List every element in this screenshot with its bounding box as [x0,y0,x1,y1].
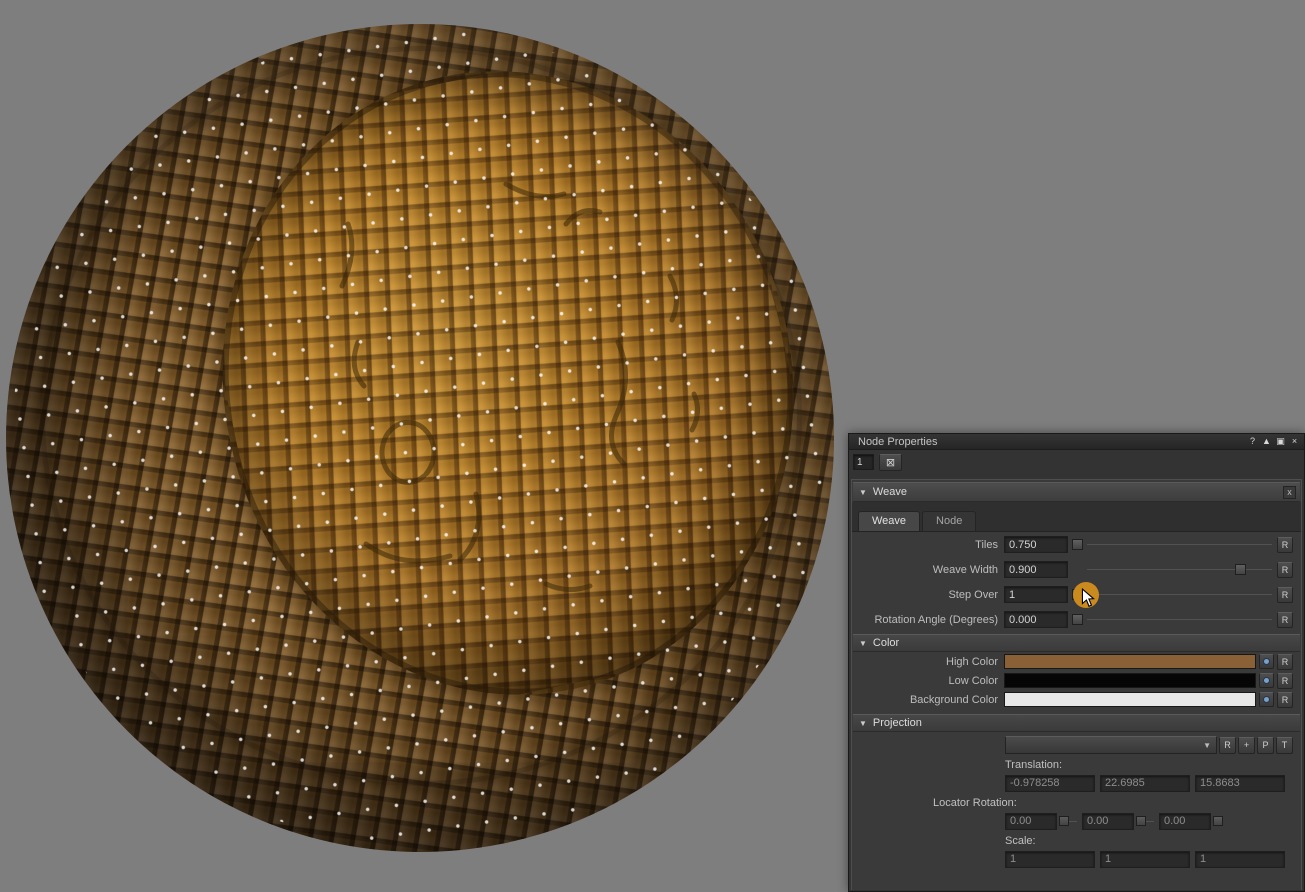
translation-label: Translation: [1005,759,1293,772]
translation-fields [1005,774,1293,792]
tiles-row: Tiles R [852,532,1301,557]
node-properties-window: Node Properties ? ▲ ▣ × ⊠ ▼ Weave x Weav… [848,433,1305,892]
projection-add-button[interactable]: + [1238,737,1255,754]
mini-track [1069,821,1077,822]
background-color-label: Background Color [854,694,1004,706]
step-over-mini-slider[interactable] [1072,586,1273,603]
tiles-label: Tiles [854,539,1004,551]
rotation-fields [1005,812,1293,830]
low-color-picker-button[interactable] [1259,673,1274,688]
projection-reset-button[interactable]: R [1219,737,1236,754]
panel-toolbar: ⊠ [849,450,1304,477]
slider-handle[interactable] [1235,564,1246,575]
weave-width-mini-slider[interactable] [1072,561,1273,578]
slider-track [1087,594,1272,595]
weave-form: ▼ Weave x Weave Node Tiles R Weave Width [851,479,1302,890]
rotation-angle-input[interactable] [1004,611,1068,628]
step-over-input[interactable] [1004,586,1068,603]
high-color-swatch[interactable] [1004,654,1256,669]
tiles-reset-button[interactable]: R [1277,537,1293,553]
step-over-reset-button[interactable]: R [1277,587,1293,603]
projection-dropdown-row: ▼ R + P T [1005,736,1293,754]
scale-z-input[interactable] [1195,851,1285,868]
slider-handle[interactable] [1072,614,1083,625]
weave-section-header[interactable]: ▼ Weave x [853,482,1300,502]
tiles-input[interactable] [1004,536,1068,553]
high-color-label: High Color [854,656,1004,668]
low-color-label: Low Color [854,675,1004,687]
colorpicker-icon [1263,696,1270,703]
rotation-y-mini-handle[interactable] [1136,816,1146,826]
weave-width-input[interactable] [1004,561,1068,578]
scale-label: Scale: [1005,835,1293,848]
delete-form-button[interactable]: ⊠ [879,454,902,471]
projection-section-header[interactable]: ▼ Projection [853,714,1300,732]
locator-rotation-label: Locator Rotation: [933,797,1221,810]
rotation-x-input[interactable] [1005,813,1057,830]
slider-track [1087,619,1272,620]
slider-handle[interactable] [1072,539,1083,550]
color-section-title: Color [873,637,899,649]
projection-t-button[interactable]: T [1276,737,1293,754]
rotation-angle-mini-slider[interactable] [1072,611,1273,628]
rollup-icon[interactable]: ▲ [1261,436,1272,447]
collapse-triangle-icon: ▼ [859,639,867,648]
titlebar-icons: ? ▲ ▣ × [1247,436,1304,447]
high-color-row: High Color R [852,652,1301,671]
index-input[interactable] [853,454,874,470]
projection-dropdown[interactable]: ▼ [1005,736,1217,754]
close-icon[interactable]: × [1289,436,1300,447]
scale-y-input[interactable] [1100,851,1190,868]
translation-x-input[interactable] [1005,775,1095,792]
slider-track [1087,544,1272,545]
tab-weave[interactable]: Weave [858,511,920,531]
weave-width-label: Weave Width [854,564,1004,576]
tab-node[interactable]: Node [922,511,976,531]
rotation-angle-row: Rotation Angle (Degrees) R [852,607,1301,632]
high-color-reset-button[interactable]: R [1277,654,1293,670]
translation-z-input[interactable] [1195,775,1285,792]
weave-width-reset-button[interactable]: R [1277,562,1293,578]
delete-form-icon: ⊠ [886,456,895,469]
rotation-angle-label: Rotation Angle (Degrees) [854,614,1004,626]
low-color-row: Low Color R [852,671,1301,690]
low-color-swatch[interactable] [1004,673,1256,688]
step-over-label: Step Over [854,589,1004,601]
rotation-angle-reset-button[interactable]: R [1277,612,1293,628]
collapse-triangle-icon: ▼ [859,488,867,497]
rotation-y-input[interactable] [1082,813,1134,830]
rotation-z-mini-handle[interactable] [1213,816,1223,826]
weave-close-button[interactable]: x [1283,486,1296,499]
high-color-picker-button[interactable] [1259,654,1274,669]
mouse-cursor [1079,588,1097,608]
scale-x-input[interactable] [1005,851,1095,868]
rotation-z-input[interactable] [1159,813,1211,830]
translation-y-input[interactable] [1100,775,1190,792]
weave-width-row: Weave Width R [852,557,1301,582]
window-titlebar[interactable]: Node Properties ? ▲ ▣ × [849,434,1304,450]
projection-form: ▼ R + P T Translation: Locator Rotation: [852,736,1301,868]
mini-track [1146,821,1154,822]
color-section-header[interactable]: ▼ Color [853,634,1300,652]
rendered-mesh[interactable] [6,24,834,852]
collapse-triangle-icon: ▼ [859,719,867,728]
colorpicker-icon [1263,677,1270,684]
low-color-reset-button[interactable]: R [1277,673,1293,689]
tiles-mini-slider[interactable] [1072,536,1273,553]
weave-section-title: Weave [873,486,907,498]
rotation-x-mini-handle[interactable] [1059,816,1069,826]
tab-strip: Weave Node [852,502,1301,532]
projection-p-button[interactable]: P [1257,737,1274,754]
scale-fields [1005,850,1293,868]
dropdown-arrow-icon: ▼ [1203,741,1211,750]
projection-section-title: Projection [873,717,922,729]
colorpicker-icon [1263,658,1270,665]
popout-icon[interactable]: ▣ [1275,436,1286,447]
background-color-swatch[interactable] [1004,692,1256,707]
background-color-picker-button[interactable] [1259,692,1274,707]
window-title: Node Properties [849,436,938,448]
background-color-reset-button[interactable]: R [1277,692,1293,708]
help-icon[interactable]: ? [1247,436,1258,447]
background-color-row: Background Color R [852,690,1301,709]
